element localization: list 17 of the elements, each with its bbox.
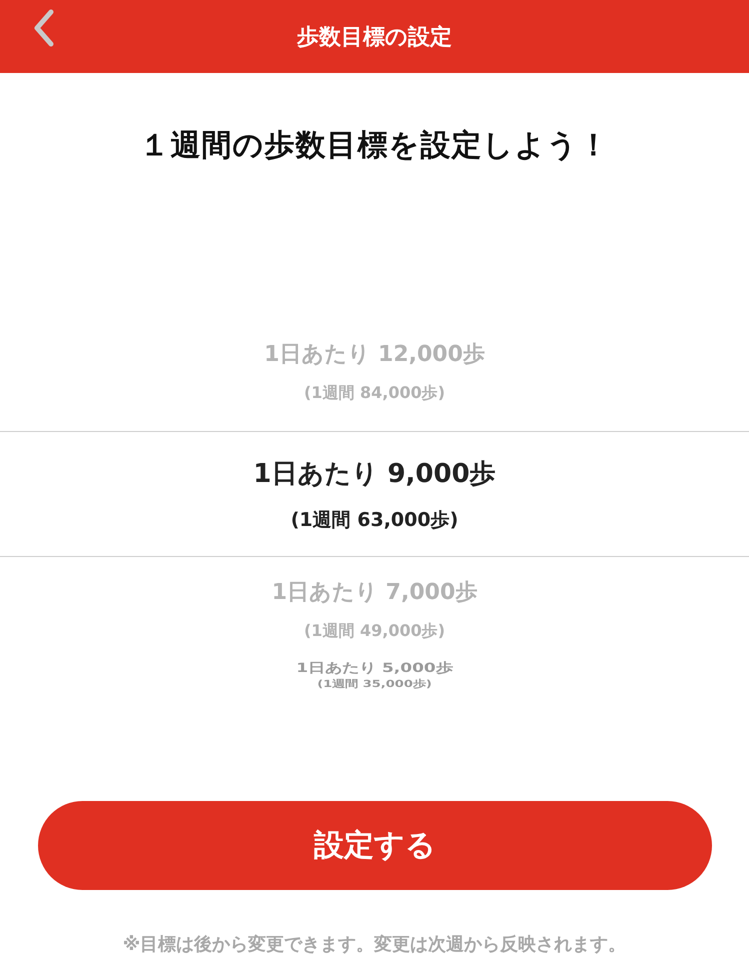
note-text: ※目標は後から変更できます。変更は次週から反映されます。: [122, 933, 628, 956]
back-chevron-icon[interactable]: [33, 9, 55, 47]
daily-steps: 1日あたり 7,000歩: [272, 577, 478, 607]
weekly-steps: (1週間 84,000歩): [304, 383, 446, 404]
weekly-steps: (1週間 49,000歩): [304, 621, 446, 642]
picker-option[interactable]: 1日あたり 5,000歩 (1週間 35,000歩): [0, 659, 749, 690]
weekly-steps: (1週間 63,000歩): [290, 506, 458, 532]
screen-title: 歩数目標の設定: [297, 24, 452, 52]
picker-option[interactable]: 1日あたり 7,000歩 (1週間 49,000歩): [0, 557, 749, 639]
picker-option[interactable]: 1日あたり 12,000歩 (1週間 84,000歩): [0, 329, 749, 431]
heading: １週間の歩数目標を設定しよう！: [138, 127, 610, 165]
weekly-steps: (1週間 35,000歩): [317, 677, 432, 690]
picker-option[interactable]: 1日あたり 9,000歩 (1週間 63,000歩): [0, 431, 749, 557]
daily-steps: 1日あたり 12,000歩: [264, 339, 485, 369]
daily-steps: 1日あたり 5,000歩: [296, 659, 453, 676]
daily-steps: 1日あたり 9,000歩: [253, 456, 496, 490]
set-button[interactable]: 設定する: [38, 801, 712, 890]
